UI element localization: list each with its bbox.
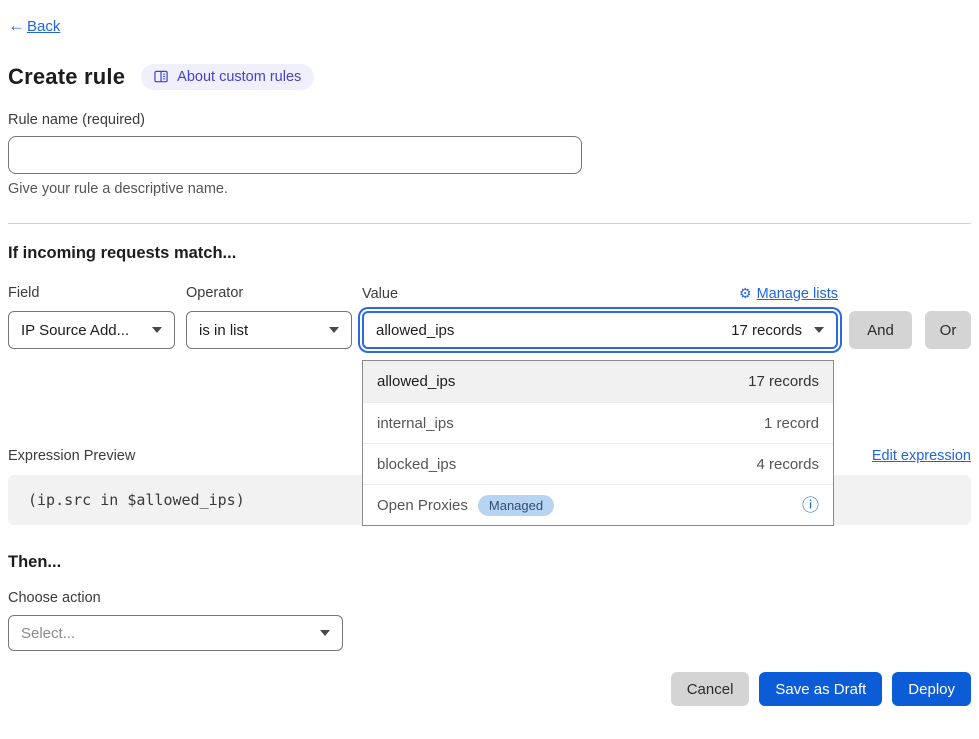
deploy-button[interactable]: Deploy: [892, 672, 971, 706]
about-custom-rules-link[interactable]: About custom rules: [141, 64, 314, 90]
book-icon: [154, 70, 169, 84]
title-row: Create rule About custom rules: [8, 64, 971, 90]
page-title: Create rule: [8, 64, 125, 90]
back-link-label: Back: [27, 18, 60, 35]
edit-expression-link[interactable]: Edit expression: [872, 448, 971, 464]
value-select[interactable]: allowed_ips 17 records: [362, 311, 838, 349]
list-item-open-proxies[interactable]: Open Proxies Managed ⓘ: [363, 484, 833, 525]
match-section-heading: If incoming requests match...: [8, 244, 971, 263]
operator-label: Operator: [186, 285, 362, 302]
chevron-down-icon: [814, 327, 824, 333]
list-item-internal-ips[interactable]: internal_ips 1 record: [363, 402, 833, 443]
manage-lists-label: Manage lists: [757, 286, 838, 302]
save-as-draft-button[interactable]: Save as Draft: [759, 672, 882, 706]
field-select-value: IP Source Add...: [21, 322, 129, 339]
list-item-allowed-ips[interactable]: allowed_ips 17 records: [363, 361, 833, 402]
then-section-heading: Then...: [8, 553, 971, 572]
action-select-placeholder: Select...: [21, 625, 75, 642]
and-button[interactable]: And: [849, 311, 912, 349]
section-divider: [8, 223, 971, 224]
chevron-down-icon: [329, 327, 339, 333]
back-link[interactable]: ←Back: [8, 16, 60, 36]
rule-name-label: Rule name (required): [8, 112, 971, 128]
value-label: Value: [362, 286, 398, 302]
operator-select-value: is in list: [199, 322, 248, 339]
cancel-button[interactable]: Cancel: [671, 672, 750, 706]
field-select[interactable]: IP Source Add...: [8, 311, 175, 349]
rule-name-helper: Give your rule a descriptive name.: [8, 181, 971, 197]
match-labels-row: Field Operator Value ⚙ Manage lists: [8, 285, 971, 302]
about-badge-label: About custom rules: [177, 69, 301, 85]
expression-preview-label: Expression Preview: [8, 448, 135, 464]
chevron-down-icon: [320, 630, 330, 636]
value-select-meta: 17 records: [731, 322, 802, 339]
manage-lists-link[interactable]: ⚙ Manage lists: [739, 285, 838, 302]
back-arrow-icon: ←: [8, 16, 25, 36]
managed-badge: Managed: [478, 495, 554, 516]
action-select[interactable]: Select...: [8, 615, 343, 651]
info-icon[interactable]: ⓘ: [802, 497, 819, 514]
value-select-value: allowed_ips: [376, 322, 454, 339]
rule-name-input[interactable]: [8, 136, 582, 174]
choose-action-label: Choose action: [8, 590, 971, 606]
field-label: Field: [8, 285, 186, 302]
chevron-down-icon: [152, 327, 162, 333]
operator-select[interactable]: is in list: [186, 311, 352, 349]
or-button[interactable]: Or: [925, 311, 971, 349]
match-condition-row: IP Source Add... is in list allowed_ips …: [8, 311, 971, 349]
list-item-blocked-ips[interactable]: blocked_ips 4 records: [363, 443, 833, 484]
value-dropdown-panel: allowed_ips 17 records internal_ips 1 re…: [362, 360, 834, 526]
footer-actions: Cancel Save as Draft Deploy: [8, 672, 971, 706]
gear-icon: ⚙: [739, 285, 752, 302]
